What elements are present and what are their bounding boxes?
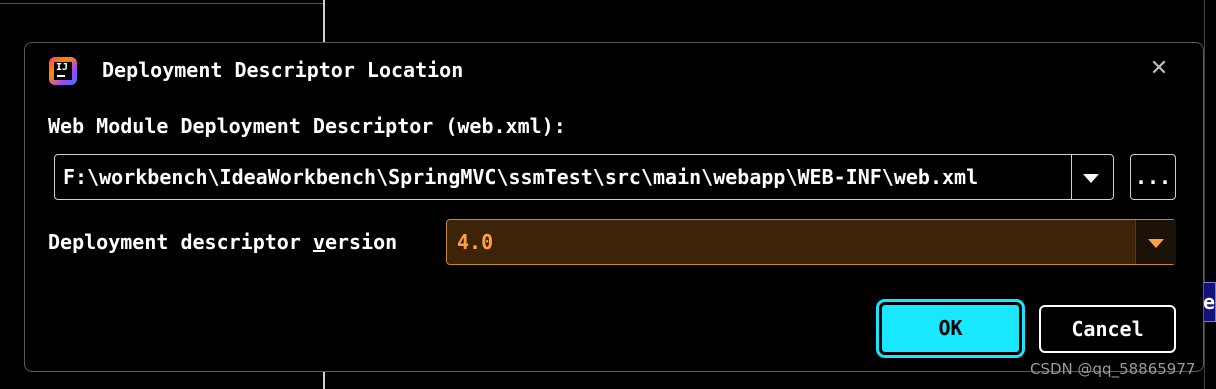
app-icon-text: IJ [56,62,69,73]
watermark: CSDN @qq_58865977 [1030,360,1196,378]
cancel-button[interactable]: Cancel [1039,305,1176,353]
chevron-down-icon[interactable] [1083,174,1099,183]
background-editor-edge [1204,0,1205,389]
chevron-down-icon [1148,239,1164,248]
ok-button[interactable]: OK [876,299,1025,358]
descriptor-path-label: Web Module Deployment Descriptor (web.xm… [48,114,566,138]
intellij-idea-icon: IJ [49,57,77,85]
descriptor-version-select[interactable]: 4.0 [446,219,1176,265]
version-dropdown-button[interactable] [1135,220,1176,264]
version-label-mnemonic: v [312,230,325,254]
descriptor-version-label: Deployment descriptor version [48,229,397,255]
version-label-prefix: Deployment descriptor [48,230,313,254]
dialog-title: Deployment Descriptor Location [102,58,464,82]
combobox-separator [1071,155,1072,199]
deployment-descriptor-dialog: IJ Deployment Descriptor Location ✕ Web … [24,42,1204,372]
descriptor-path-value[interactable]: F:\workbench\IdeaWorkbench\SpringMVC\ssm… [63,155,1068,199]
close-icon[interactable]: ✕ [1146,56,1172,82]
background-divider-vertical [323,0,325,44]
version-label-suffix: ersion [324,230,398,254]
browse-button[interactable]: ... [1130,154,1176,200]
background-divider-vertical-bottom [323,370,325,389]
background-divider-horizontal [0,3,323,4]
descriptor-version-value[interactable]: 4.0 [457,220,493,264]
descriptor-path-combobox[interactable]: F:\workbench\IdeaWorkbench\SpringMVC\ssm… [54,154,1114,200]
